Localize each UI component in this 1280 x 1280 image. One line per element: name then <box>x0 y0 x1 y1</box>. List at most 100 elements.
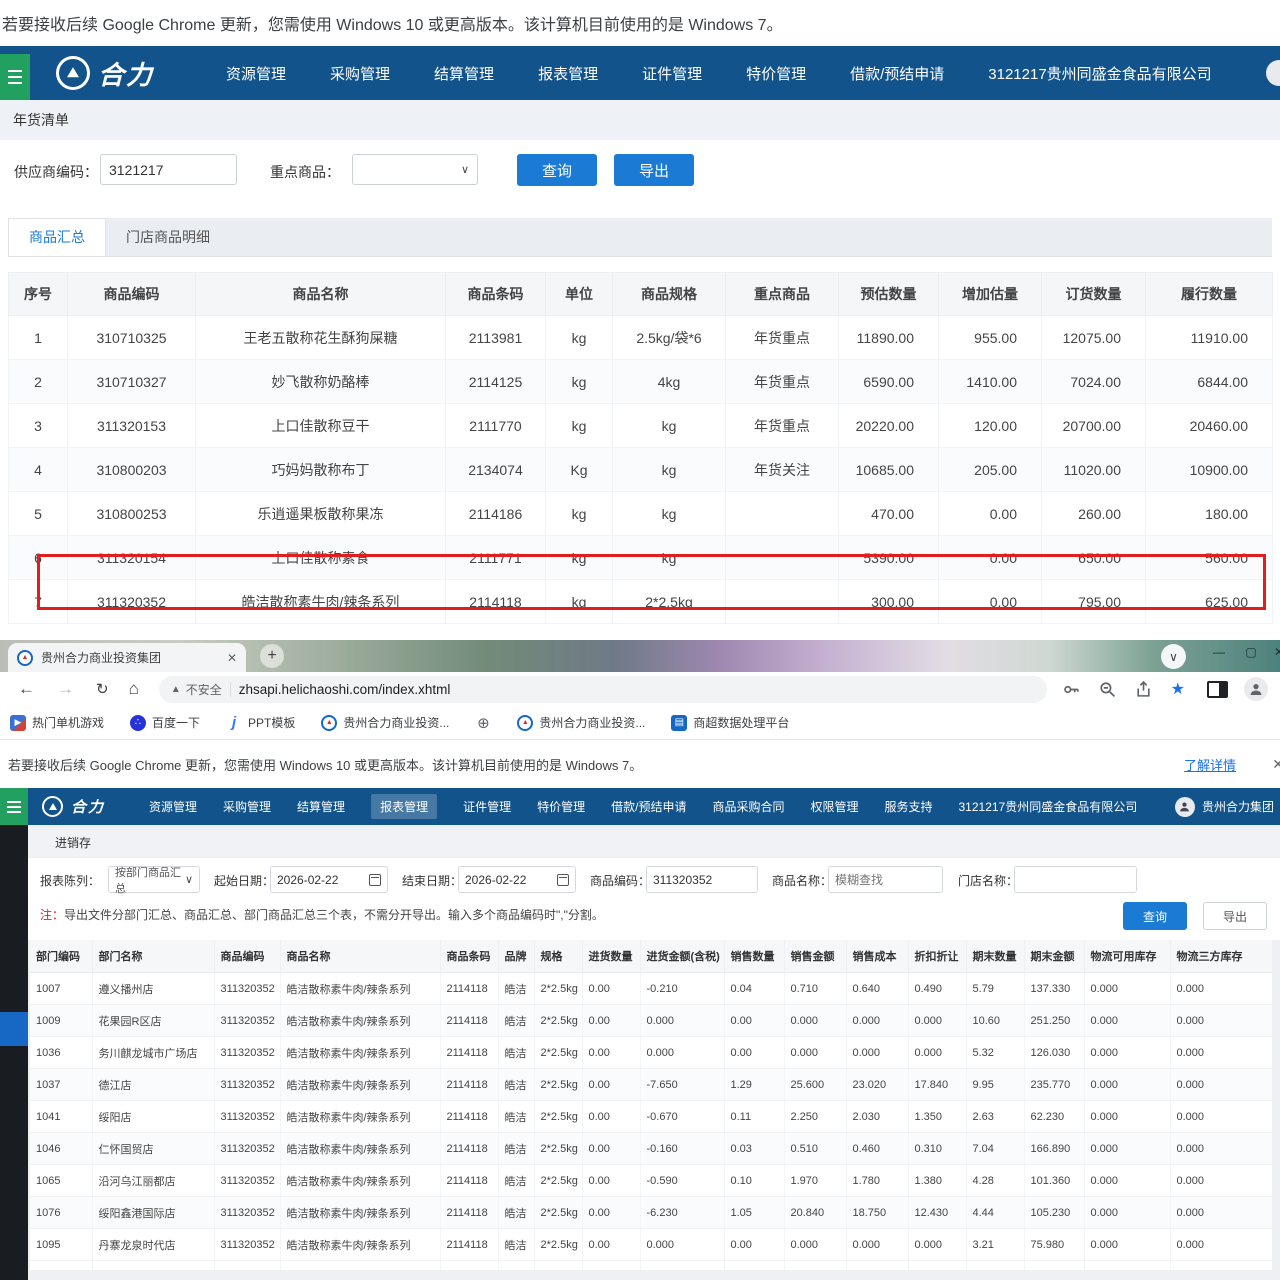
bookmark-item[interactable]: ⊕ <box>475 715 491 731</box>
goods-code-input[interactable] <box>646 866 758 893</box>
nav-item[interactable]: 权限管理 <box>810 798 858 815</box>
report-type-select[interactable]: 按部门商品汇总 ∨ <box>108 866 200 893</box>
column-header: 增加估量 <box>939 273 1042 316</box>
table-row[interactable]: 1310710325王老五散称花生酥狗屎糖2113981kg2.5kg/袋*6年… <box>9 316 1273 360</box>
dismiss-warning-icon[interactable]: ✕ <box>1272 756 1280 773</box>
menu-toggle-icon[interactable] <box>0 788 28 825</box>
table-row[interactable]: 5310800253乐逍遥果板散称果冻2114186kgkg470.000.00… <box>9 492 1273 536</box>
export-button[interactable]: 导出 <box>614 154 694 186</box>
side-panel-icon[interactable] <box>1207 681 1228 698</box>
goods-name-input[interactable] <box>828 866 943 893</box>
nav-item[interactable]: 特价管理 <box>537 798 585 815</box>
query-button[interactable]: 查询 <box>1123 902 1187 930</box>
bookmark-item[interactable]: ▤商超数据处理平台 <box>671 714 789 731</box>
back-icon[interactable]: ← <box>18 679 35 699</box>
end-date-label: 结束日期： <box>402 872 462 889</box>
bookmark-item[interactable]: ▲贵州合力商业投资... <box>517 714 645 731</box>
table-row[interactable]: 3311320153上口佳散称豆干2111770kgkg年货重点20220.00… <box>9 404 1273 448</box>
security-status[interactable]: ▲ 不安全 <box>171 681 222 698</box>
forward-icon[interactable]: → <box>57 679 74 699</box>
store-name-input[interactable] <box>1014 866 1137 893</box>
tab-goods-summary[interactable]: 商品汇总 <box>8 218 106 256</box>
table-row[interactable]: 4310800203巧妈妈散称布丁2134074Kgkg年货关注10685.00… <box>9 448 1273 492</box>
maximize-icon[interactable]: ▢ <box>1238 642 1264 662</box>
nav-item[interactable]: 特价管理 <box>746 63 806 84</box>
table-row[interactable]: 1007遵义播州店311320352皓洁散称素牛肉/辣条系列2114118皓洁2… <box>30 973 1272 1005</box>
bookmark-item[interactable]: jPPT模板 <box>226 714 295 731</box>
share-icon[interactable] <box>1135 681 1152 698</box>
nav-item[interactable]: 采购管理 <box>223 798 271 815</box>
nav-item[interactable]: 结算管理 <box>297 798 345 815</box>
nav-item[interactable]: 商品采购合同 <box>712 798 784 815</box>
export-button[interactable]: 导出 <box>1203 902 1267 930</box>
bookmark-item[interactable]: ∴百度一下 <box>130 714 200 731</box>
profile-avatar-icon[interactable] <box>1244 677 1268 701</box>
column-header: 预估数量 <box>839 273 939 316</box>
table-cell: 137.330 <box>1024 973 1084 1005</box>
table-row[interactable]: 1065沿河乌江丽都店311320352皓洁散称素牛肉/辣条系列2114118皓… <box>30 1165 1272 1197</box>
bookmark-item[interactable]: ▶热门单机游戏 <box>10 714 104 731</box>
nav-item[interactable]: 借款/预结申请 <box>850 63 944 84</box>
table-cell: 2.250 <box>784 1101 846 1133</box>
table-cell: 2113981 <box>446 316 546 360</box>
table-row[interactable]: 1036务川麒龙城市广场店311320352皓洁散称素牛肉/辣条系列211411… <box>30 1037 1272 1069</box>
game-icon: ▶ <box>10 715 26 731</box>
table-cell: 3 <box>9 404 68 448</box>
user-avatar-icon[interactable] <box>1175 797 1195 817</box>
nav-item[interactable]: 资源管理 <box>226 63 286 84</box>
bookmark-item[interactable]: ▲贵州合力商业投资... <box>321 714 449 731</box>
table-row[interactable]: 6311320154上口佳散称素食2111771kgkg5390.000.006… <box>9 536 1273 580</box>
zoom-icon[interactable] <box>1099 681 1116 698</box>
table-row[interactable]: 7311320352皓洁散称素牛肉/辣条系列2114118kg2*2.5kg30… <box>9 580 1273 624</box>
omnibox[interactable]: ▲ 不安全 zhsapi.helichaoshi.com/index.xhtml <box>159 676 1047 703</box>
nav-item[interactable]: 采购管理 <box>330 63 390 84</box>
collapsed-sidebar[interactable] <box>0 825 28 1280</box>
nav-item[interactable]: 资源管理 <box>149 798 197 815</box>
query-button[interactable]: 查询 <box>517 154 597 186</box>
nav-item[interactable]: 借款/预结申请 <box>611 798 686 815</box>
nav-item[interactable]: 报表管理 <box>538 63 598 84</box>
avatar[interactable] <box>1266 60 1280 86</box>
supplier-code-input[interactable] <box>100 154 237 185</box>
nav-item[interactable]: 服务支持 <box>884 798 932 815</box>
menu-toggle-icon[interactable] <box>0 54 30 100</box>
nav-item[interactable]: 报表管理 <box>371 794 437 819</box>
nav-item[interactable]: 结算管理 <box>434 63 494 84</box>
table-cell: 470.00 <box>839 492 939 536</box>
table-cell: 4 <box>9 448 68 492</box>
bookmark-star-icon[interactable]: ★ <box>1171 679 1185 699</box>
nav-item[interactable]: 证件管理 <box>642 63 702 84</box>
table-row[interactable]: 2310710327妙飞散称奶酪棒2114125kg4kg年货重点6590.00… <box>9 360 1273 404</box>
tab-close-icon[interactable]: ✕ <box>227 651 237 665</box>
table-cell: 0.000 <box>1084 1197 1170 1229</box>
table-cell: 11890.00 <box>839 316 939 360</box>
table-cell <box>440 1261 498 1271</box>
start-date-input[interactable]: 2026-02-22 <box>270 866 388 893</box>
table-cell: 46.68 <box>846 1261 908 1271</box>
reload-icon[interactable]: ↻ <box>96 680 109 698</box>
table-row[interactable]: 1041绥阳店311320352皓洁散称素牛肉/辣条系列2114118皓洁2*2… <box>30 1101 1272 1133</box>
tab-store-detail[interactable]: 门店商品明细 <box>106 219 230 256</box>
total-row[interactable]: 合计：0.00-15.512.6251.8846.6833.8053.25126… <box>30 1261 1272 1271</box>
nav-item[interactable]: 证件管理 <box>463 798 511 815</box>
minimize-icon[interactable]: — <box>1206 642 1232 662</box>
user-name[interactable]: 贵州合力集团 <box>1202 798 1274 815</box>
key-product-select[interactable]: ∨ <box>352 154 478 185</box>
table-cell: 皓洁散称素牛肉/辣条系列 <box>280 973 440 1005</box>
table-row[interactable]: 1009花果园R区店311320352皓洁散称素牛肉/辣条系列2114118皓洁… <box>30 1005 1272 1037</box>
table-row[interactable]: 1046仁怀国贸店311320352皓洁散称素牛肉/辣条系列2114118皓洁2… <box>30 1133 1272 1165</box>
table-row[interactable]: 1076绥阳鑫港国际店311320352皓洁散称素牛肉/辣条系列2114118皓… <box>30 1197 1272 1229</box>
table-cell: kg <box>613 536 726 580</box>
table-row[interactable]: 1095丹寨龙泉时代店311320352皓洁散称素牛肉/辣条系列2114118皓… <box>30 1229 1272 1261</box>
end-date-input[interactable]: 2026-02-22 <box>458 866 576 893</box>
home-icon[interactable]: ⌂ <box>129 679 139 699</box>
close-icon[interactable]: ✕ <box>1266 642 1280 662</box>
browser-tab[interactable]: ▲ 贵州合力商业投资集团 ✕ <box>8 643 246 672</box>
learn-more-link[interactable]: 了解详情 <box>1184 755 1236 774</box>
table-cell: 300.00 <box>839 580 939 624</box>
tab-search-icon[interactable]: ∨ <box>1161 644 1186 669</box>
table-row[interactable]: 1037德江店311320352皓洁散称素牛肉/辣条系列2114118皓洁2*2… <box>30 1069 1272 1101</box>
key-icon[interactable] <box>1063 681 1080 698</box>
new-tab-button[interactable]: + <box>260 644 284 668</box>
sidebar-active-item[interactable] <box>0 1012 28 1046</box>
